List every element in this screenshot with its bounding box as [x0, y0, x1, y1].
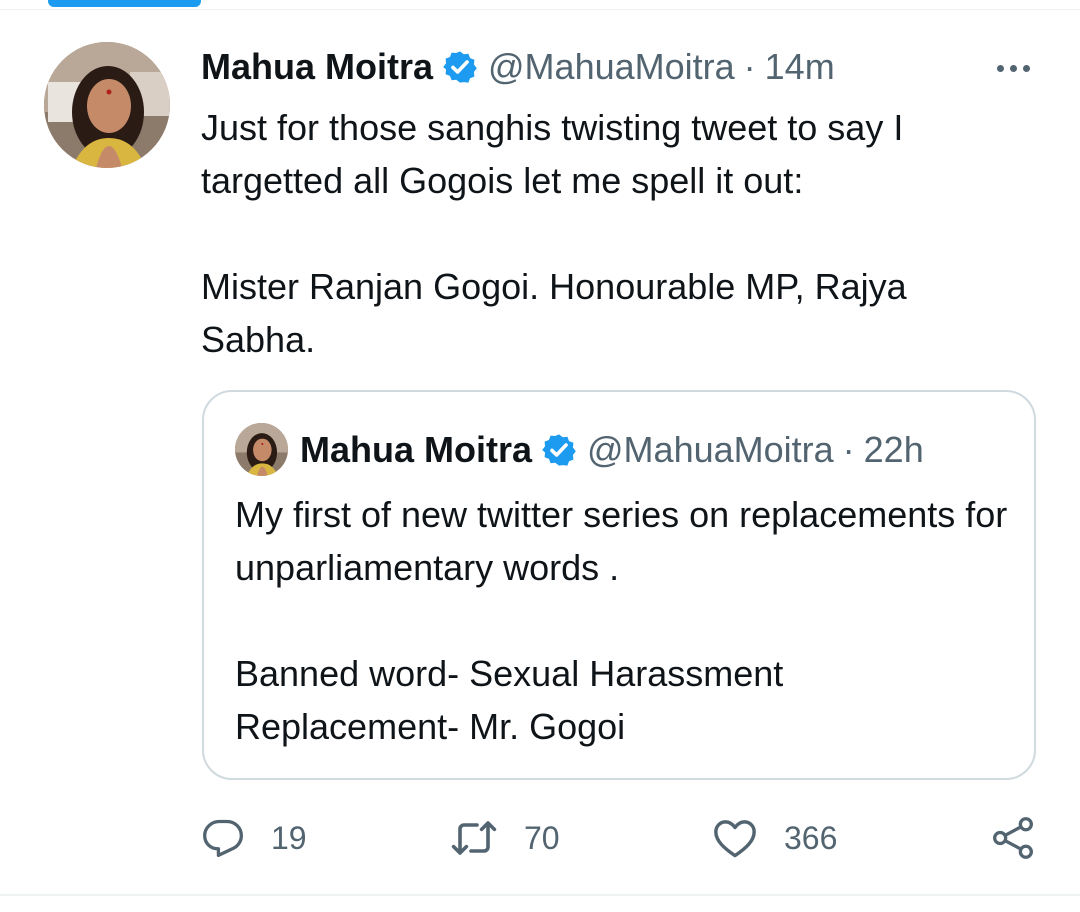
retweet-arrows-icon [451, 821, 497, 855]
quoted-tweet-card[interactable]: Mahua Moitra @MahuaMoitra · 22h My first… [202, 390, 1036, 780]
like-button[interactable]: 366 [712, 812, 837, 864]
dot [996, 64, 1004, 72]
share-button[interactable] [990, 812, 1036, 864]
author-avatar[interactable] [44, 42, 170, 168]
retweet-count: 70 [524, 819, 560, 856]
divider [0, 9, 1080, 10]
tab-indicator [48, 0, 201, 7]
tweet-header: Mahua Moitra @MahuaMoitra · 14m [201, 44, 835, 90]
dot [1022, 64, 1030, 72]
tweet-text: Just for those sanghis twisting tweet to… [201, 107, 907, 360]
divider [0, 894, 1080, 896]
tweet-actions-bar: 19 70 366 [0, 812, 1080, 864]
like-count: 366 [784, 819, 838, 856]
quoted-tweet-text: My first of new twitter series on replac… [235, 494, 1008, 747]
author-handle[interactable]: @MahuaMoitra [488, 44, 735, 90]
quoted-author-handle: @MahuaMoitra [587, 429, 834, 470]
quoted-author-name: Mahua Moitra [300, 429, 533, 470]
verified-badge-icon [442, 49, 478, 85]
avatar-image [235, 423, 288, 476]
tweet-page: Mahua Moitra @MahuaMoitra · 14m Just for… [0, 0, 1080, 912]
more-dots-icon[interactable] [988, 50, 1038, 86]
separator-dot: · [842, 429, 855, 470]
separator-dot: · [743, 46, 756, 87]
quoted-tweet-header: Mahua Moitra @MahuaMoitra · 22h [300, 428, 924, 472]
author-name[interactable]: Mahua Moitra [201, 44, 433, 90]
quoted-author-avatar [235, 423, 288, 476]
share-icon [993, 817, 1033, 859]
quoted-tweet-timestamp: 22h [863, 429, 924, 470]
avatar-image [44, 42, 170, 168]
reply-bubble-icon [203, 819, 243, 858]
dot [1009, 64, 1017, 72]
reply-button[interactable]: 19 [201, 812, 307, 864]
heart-icon [714, 820, 756, 858]
retweet-button[interactable]: 70 [450, 812, 560, 864]
reply-count: 19 [271, 819, 307, 856]
tweet-timestamp[interactable]: 14m [765, 44, 835, 90]
verified-badge-icon [541, 432, 577, 468]
